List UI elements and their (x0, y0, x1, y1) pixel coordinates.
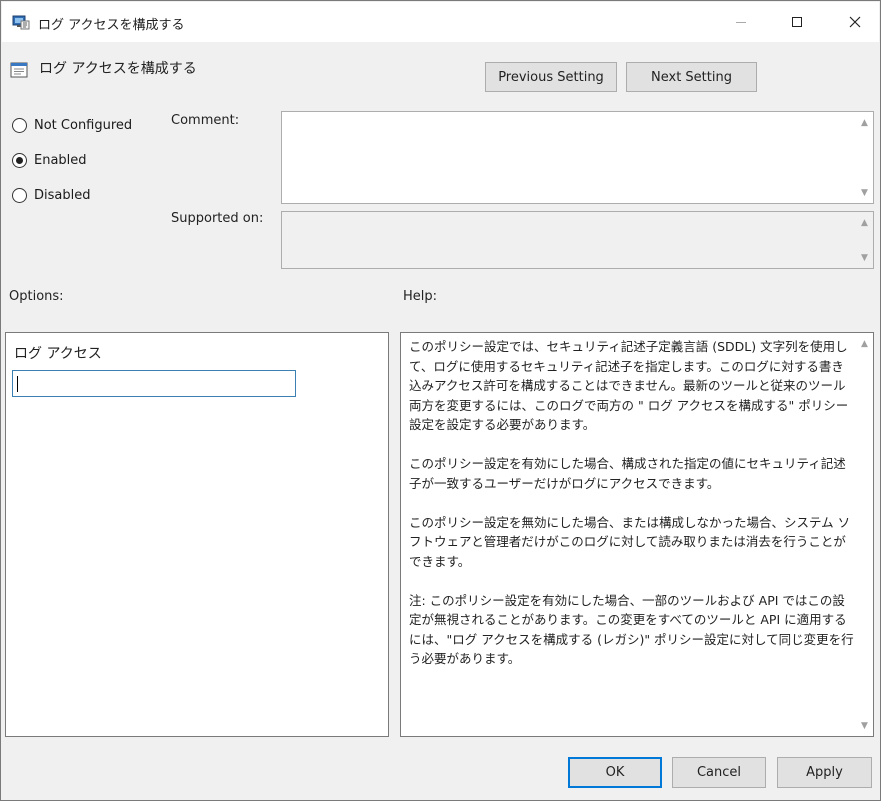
next-setting-button[interactable]: Next Setting (626, 62, 757, 92)
apply-button[interactable]: Apply (777, 757, 872, 788)
help-panel: このポリシー設定では、セキュリティ記述子定義言語 (SDDL) 文字列を使用して… (400, 332, 874, 737)
comment-label: Comment: (171, 113, 240, 128)
minimize-icon (736, 22, 746, 23)
radio-circle[interactable] (12, 188, 27, 203)
supported-scrollbar[interactable]: ▲ ▼ (856, 212, 873, 268)
policy-app-icon (12, 14, 30, 30)
close-icon (849, 16, 861, 28)
dialog-window: ログ アクセスを構成する ログ アクセスを構成する Previous Setti… (0, 0, 881, 801)
comment-scrollbar[interactable]: ▲ ▼ (856, 112, 873, 203)
scroll-up-icon[interactable]: ▲ (856, 214, 873, 231)
scroll-up-icon[interactable]: ▲ (856, 114, 873, 131)
help-paragraph: このポリシー設定を無効にした場合、または構成しなかった場合、システム ソフトウェ… (409, 514, 851, 569)
help-paragraph: 注: このポリシー設定を有効にした場合、一部のツールおよび API ではこの設定… (409, 592, 854, 667)
radio-enabled[interactable]: Enabled (12, 153, 87, 168)
title-bar: ログ アクセスを構成する (2, 2, 879, 42)
maximize-button[interactable] (774, 2, 820, 42)
text-caret (17, 376, 18, 392)
comment-textarea[interactable]: ▲ ▼ (281, 111, 874, 204)
close-button[interactable] (832, 2, 878, 42)
help-scrollbar[interactable]: ▲ ▼ (856, 333, 873, 736)
radio-circle[interactable] (12, 118, 27, 133)
scroll-up-icon[interactable]: ▲ (856, 335, 873, 352)
policy-setting-icon (10, 61, 28, 79)
window-title: ログ アクセスを構成する (38, 18, 185, 33)
log-access-input[interactable] (12, 370, 296, 397)
supported-on-field: ▲ ▼ (281, 211, 874, 269)
scroll-down-icon[interactable]: ▼ (856, 184, 873, 201)
radio-disabled[interactable]: Disabled (12, 188, 90, 203)
radio-not-configured[interactable]: Not Configured (12, 118, 132, 133)
ok-button[interactable]: OK (568, 757, 662, 788)
options-heading: Options: (9, 289, 64, 304)
help-paragraph: このポリシー設定を有効にした場合、構成された指定の値にセキュリティ記述子が一致す… (409, 456, 846, 491)
help-text: このポリシー設定では、セキュリティ記述子定義言語 (SDDL) 文字列を使用して… (409, 337, 855, 688)
log-access-label: ログ アクセス (14, 346, 102, 362)
previous-setting-button[interactable]: Previous Setting (485, 62, 617, 92)
radio-label: Disabled (34, 188, 91, 203)
scroll-down-icon[interactable]: ▼ (856, 249, 873, 266)
minimize-button[interactable] (718, 2, 764, 42)
help-heading: Help: (403, 289, 438, 304)
radio-label: Enabled (34, 153, 87, 168)
maximize-icon (792, 17, 802, 27)
radio-label: Not Configured (34, 118, 133, 133)
scroll-down-icon[interactable]: ▼ (856, 717, 873, 734)
cancel-button[interactable]: Cancel (672, 757, 766, 788)
supported-on-label: Supported on: (171, 211, 264, 226)
help-paragraph: このポリシー設定では、セキュリティ記述子定義言語 (SDDL) 文字列を使用して… (409, 339, 849, 432)
radio-circle-selected[interactable] (12, 153, 27, 168)
options-panel: ログ アクセス (5, 332, 389, 737)
setting-title: ログ アクセスを構成する (39, 61, 197, 77)
